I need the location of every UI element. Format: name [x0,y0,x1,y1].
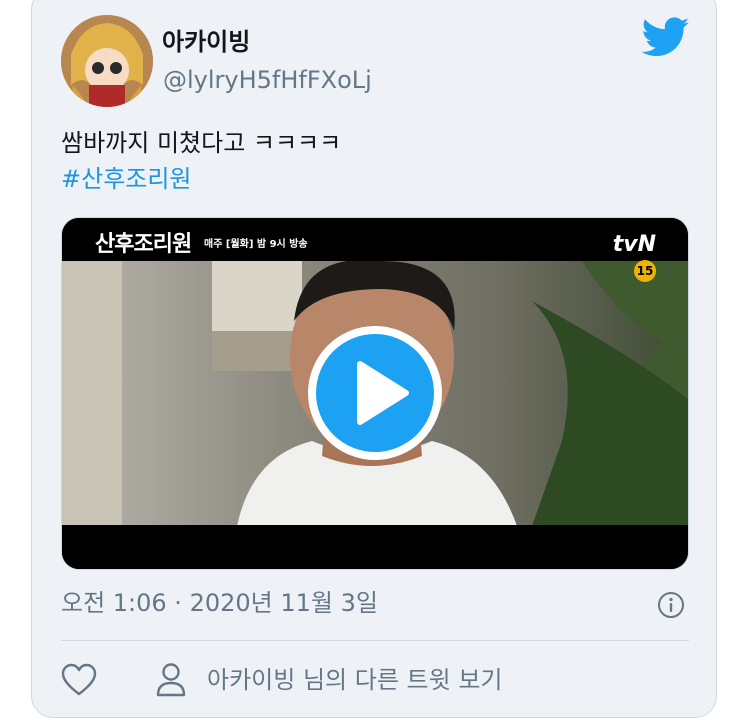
show-schedule: 매주 [월화] 밤 9시 방송 [204,239,308,250]
play-icon[interactable] [316,334,434,452]
tweet-timestamp[interactable]: 오전 1:06 · 2020년 11월 3일 [61,587,378,619]
show-title: 산후조리원 [95,231,192,257]
hashtag-link[interactable]: #산후조리원 [61,163,192,195]
video-player[interactable]: 산후조리원 매주 [월화] 밤 9시 방송 tvN 15 [61,217,689,570]
user-handle[interactable]: @lylryH5fHfFXoLj [163,64,372,96]
person-icon [155,663,187,697]
heart-icon[interactable] [61,663,97,697]
twitter-bird-icon[interactable] [641,17,690,59]
video-letterbox [62,525,688,569]
channel-logo: tvN [612,232,656,257]
avatar[interactable] [61,15,153,107]
view-profile-label: 아카이빙 님의 다른 트윗 보기 [207,666,503,694]
age-rating-badge: 15 [634,260,656,282]
play-button[interactable] [308,326,442,460]
tweet-text: 쌈바까지 미쳤다고 ㅋㅋㅋㅋ [61,129,342,157]
display-name[interactable]: 아카이빙 [162,26,250,58]
divider [61,640,689,641]
view-profile-link[interactable]: 아카이빙 님의 다른 트윗 보기 [155,662,502,698]
video-banner: 산후조리원 매주 [월화] 밤 9시 방송 tvN [62,218,688,261]
info-icon[interactable] [657,591,685,619]
